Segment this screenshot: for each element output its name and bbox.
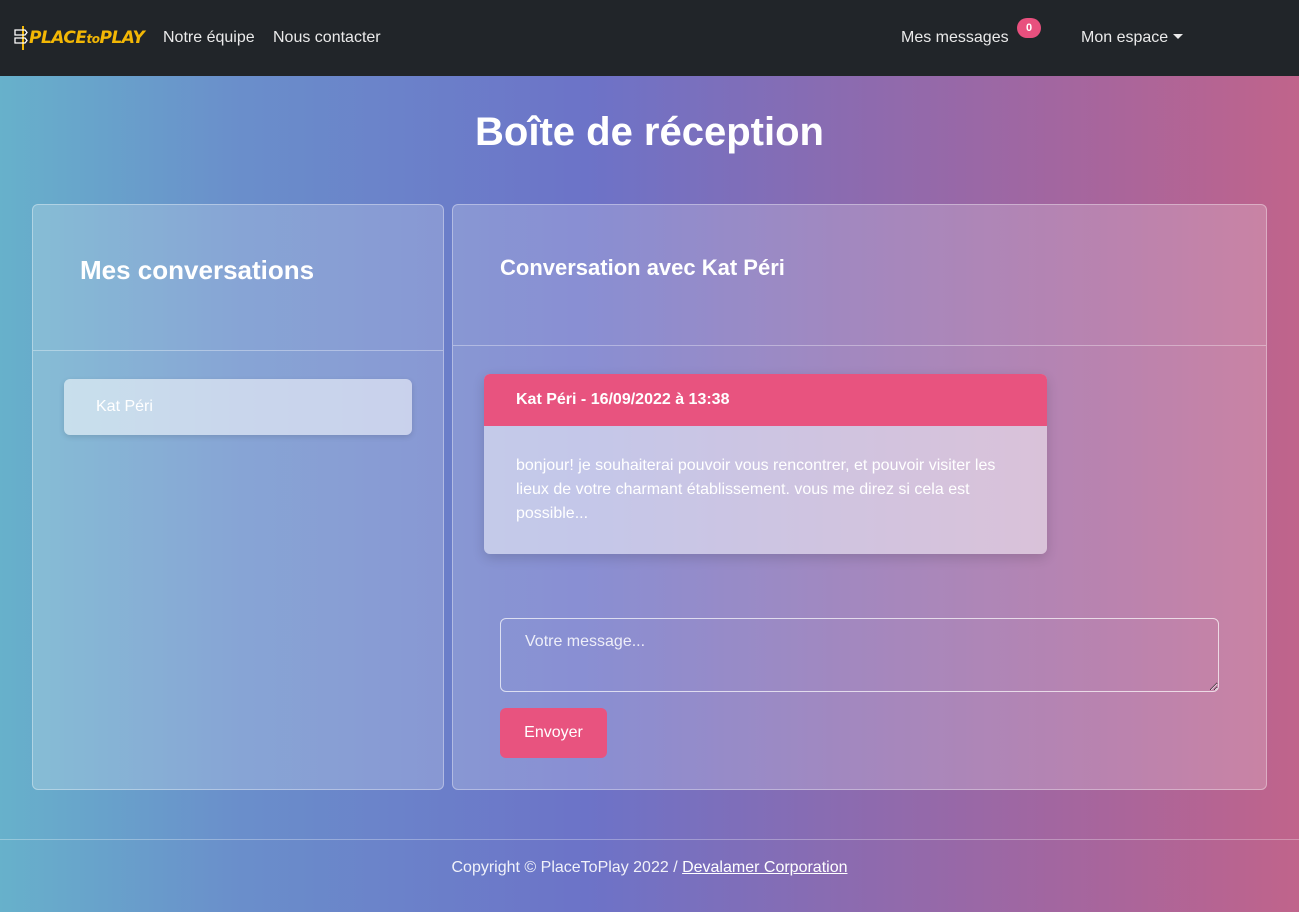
footer: Copyright © PlaceToPlay 2022 / Devalamer… <box>0 858 1299 878</box>
conversations-panel: Mes conversations Kat Péri <box>32 204 444 790</box>
messages-count-badge: 0 <box>1017 18 1041 38</box>
account-dropdown-label: Mon espace <box>1081 29 1169 46</box>
conversations-title: Mes conversations <box>80 255 315 285</box>
nav-link-messages[interactable]: Mes messages <box>901 28 1009 48</box>
nav-link-contact[interactable]: Nous contacter <box>273 28 381 48</box>
navbar: PLACEtoPLAY Notre équipe Nous contacter … <box>0 0 1299 76</box>
message-header: Kat Péri - 16/09/2022 à 13:38 <box>484 374 1047 426</box>
send-button[interactable]: Envoyer <box>500 708 607 758</box>
divider <box>33 350 443 351</box>
brand-logo[interactable]: PLACEtoPLAY <box>14 24 145 52</box>
message-input[interactable] <box>500 618 1219 692</box>
nav-link-team[interactable]: Notre équipe <box>163 28 255 48</box>
divider <box>453 345 1266 346</box>
footer-divider <box>0 839 1299 840</box>
brand-logo-text: PLACEtoPLAY <box>29 28 145 48</box>
conversation-item-kat-peri[interactable]: Kat Péri <box>64 379 412 435</box>
conversation-title: Conversation avec Kat Péri <box>500 255 785 280</box>
page-title: Boîte de réception <box>475 110 824 154</box>
footer-copyright: Copyright © PlaceToPlay 2022 / <box>451 859 683 876</box>
account-dropdown-toggle[interactable]: Mon espace <box>1081 28 1184 48</box>
conversation-panel: Conversation avec Kat Péri Kat Péri - 16… <box>452 204 1267 790</box>
sign-post-icon <box>14 25 28 51</box>
message-card: Kat Péri - 16/09/2022 à 13:38 bonjour! j… <box>484 374 1047 554</box>
chevron-down-icon <box>1173 34 1184 39</box>
message-body: bonjour! je souhaiterai pouvoir vous ren… <box>516 457 996 522</box>
footer-company-link[interactable]: Devalamer Corporation <box>682 859 847 876</box>
